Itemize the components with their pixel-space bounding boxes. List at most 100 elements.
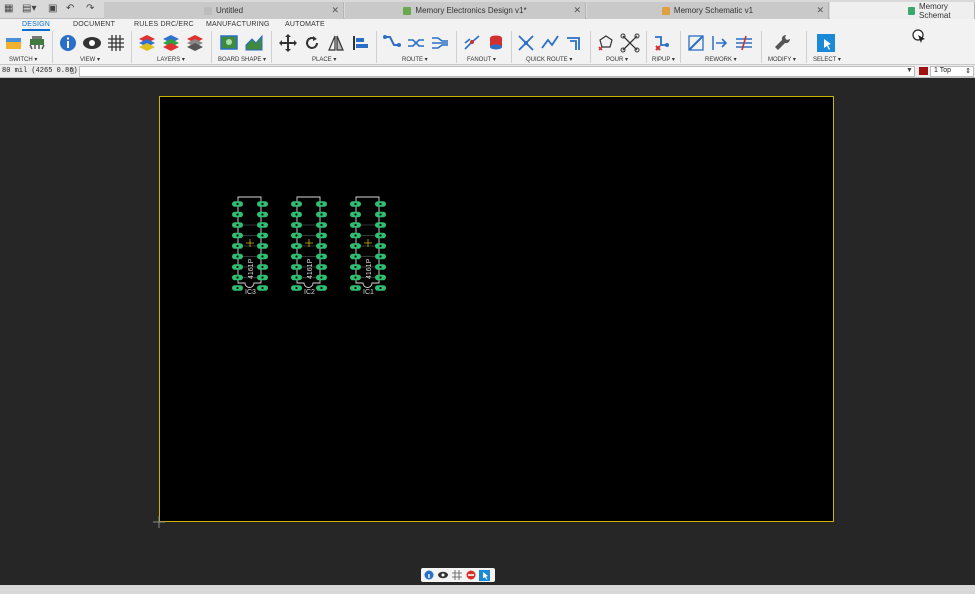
coordinate-readout: 80 mil (4265 0.86) [2, 67, 78, 75]
component-value-label: 4161P [248, 258, 255, 279]
board-outline: 4161P IC3 4161P IC2 4161P IC1 [159, 96, 834, 522]
eye-icon[interactable] [82, 33, 102, 53]
extend-icon[interactable] [710, 33, 730, 53]
undo-icon[interactable]: ↶ [66, 3, 74, 14]
group-divider [761, 31, 762, 63]
info-icon[interactable] [58, 33, 78, 53]
tab-memory-schematic-active[interactable]: Memory Schemat [830, 2, 975, 20]
layers-icon[interactable] [137, 33, 157, 53]
switch-to-schematic-icon[interactable] [4, 33, 24, 53]
switch-to-3d-icon[interactable] [27, 33, 47, 53]
tab-memory-schematic[interactable]: Memory Schematic v1 ✕ [587, 2, 829, 19]
group-label-quick-route: QUICK ROUTE ▾ [526, 57, 573, 63]
tab-rules-drc-erc[interactable]: RULES DRC/ERC [134, 21, 194, 28]
close-icon[interactable]: ✕ [573, 5, 581, 16]
component-ic3[interactable]: 4161P IC3 [232, 196, 268, 296]
component-ic1[interactable]: 4161P IC1 [350, 196, 386, 296]
command-dropdown-icon[interactable]: ▼ [906, 67, 913, 74]
redo-icon[interactable]: ↷ [86, 3, 94, 14]
pad-drill [261, 265, 264, 269]
multi-route-icon[interactable] [430, 33, 450, 53]
tab-label: Untitled [215, 6, 244, 15]
pad-drill [320, 276, 323, 279]
mirror-icon[interactable] [326, 33, 346, 53]
pad-drill [320, 213, 323, 216]
pad-drill [261, 244, 264, 248]
eye-icon[interactable] [437, 570, 448, 581]
select-icon[interactable] [816, 33, 836, 53]
select-icon[interactable] [479, 569, 490, 581]
pcb-canvas[interactable]: 4161P IC3 4161P IC2 4161P IC1 [0, 78, 975, 585]
route-icon[interactable] [382, 33, 402, 53]
board-outline-icon[interactable] [219, 33, 239, 53]
board-shape-icon[interactable] [244, 33, 264, 53]
component-value-label: 4161P [307, 258, 314, 279]
ripup-icon[interactable] [652, 33, 672, 53]
align-icon[interactable] [350, 33, 370, 53]
tab-electronics-design[interactable]: Memory Electronics Design v1* ✕ [345, 2, 586, 19]
layers-filter-icon[interactable] [185, 33, 205, 53]
grid-icon[interactable] [451, 570, 462, 581]
pad-drill [261, 202, 264, 206]
tab-manufacturing[interactable]: MANUFACTURING [206, 21, 270, 28]
pad-drill [354, 234, 357, 237]
fanout-icon[interactable] [462, 33, 482, 53]
pad-drill [354, 286, 357, 290]
pad-drill [379, 286, 382, 290]
miter-icon[interactable] [734, 33, 754, 53]
quick-route-bus-icon[interactable] [564, 33, 584, 53]
pad-drill [295, 265, 298, 269]
group-divider [271, 31, 272, 63]
pad-drill [354, 202, 357, 206]
slice-icon[interactable] [686, 33, 706, 53]
group-label-board-shape: BOARD SHAPE ▾ [218, 57, 267, 63]
file-menu-icon[interactable]: ▤▾ [22, 3, 36, 14]
ratsnest-icon[interactable] [620, 33, 640, 53]
pad-drill [295, 276, 298, 279]
component-ic2[interactable]: 4161P IC2 [291, 196, 327, 296]
close-icon[interactable]: ✕ [331, 5, 339, 16]
pad-drill [320, 234, 323, 237]
tab-automate[interactable]: AUTOMATE [285, 21, 325, 28]
tab-design[interactable]: DESIGN [22, 21, 51, 31]
pad-drill [379, 223, 382, 227]
polygon-pour-icon[interactable] [596, 33, 616, 53]
quick-route-icon[interactable] [516, 33, 536, 53]
layer-select[interactable]: 1 Top ⇕ [930, 66, 974, 77]
pad-drill [295, 255, 298, 258]
canvas-nav-bar [421, 568, 495, 582]
rotate-icon[interactable] [302, 33, 322, 53]
status-bar [0, 585, 975, 594]
layers-settings-icon[interactable] [161, 33, 181, 53]
schematic-icon [661, 6, 670, 15]
pad-drill [261, 255, 264, 258]
wrench-icon[interactable] [772, 33, 792, 53]
tab-untitled[interactable]: Untitled ✕ [104, 2, 344, 19]
stop-icon[interactable] [465, 570, 476, 581]
differential-pair-icon[interactable] [406, 33, 426, 53]
command-input[interactable] [79, 66, 915, 77]
tab-document[interactable]: DOCUMENT [73, 21, 115, 28]
command-history-icon[interactable]: ▯ [70, 66, 74, 75]
move-icon[interactable] [278, 33, 298, 53]
pad-drill [354, 213, 357, 216]
pad-drill [354, 255, 357, 258]
pad-drill [320, 255, 323, 258]
group-label-switch: SWITCH ▾ [9, 57, 38, 63]
pad-drill [261, 223, 264, 227]
group-label-layers: LAYERS ▾ [157, 57, 185, 63]
group-label-modify: MODIFY ▾ [768, 57, 796, 63]
pad-drill [261, 213, 264, 216]
component-ref-label: IC1 [363, 289, 374, 296]
close-icon[interactable]: ✕ [816, 5, 824, 16]
save-icon[interactable]: ▣ [48, 3, 57, 14]
pad-drill [236, 202, 239, 206]
apps-grid-icon[interactable]: ▦ [4, 3, 13, 14]
grid-icon[interactable] [106, 33, 126, 53]
group-label-place: PLACE ▾ [312, 57, 337, 63]
fanout-via-icon[interactable] [486, 33, 506, 53]
quick-route-signal-icon[interactable] [540, 33, 560, 53]
pad-drill [295, 234, 298, 237]
pad-drill [236, 265, 239, 269]
info-icon[interactable] [423, 570, 434, 581]
